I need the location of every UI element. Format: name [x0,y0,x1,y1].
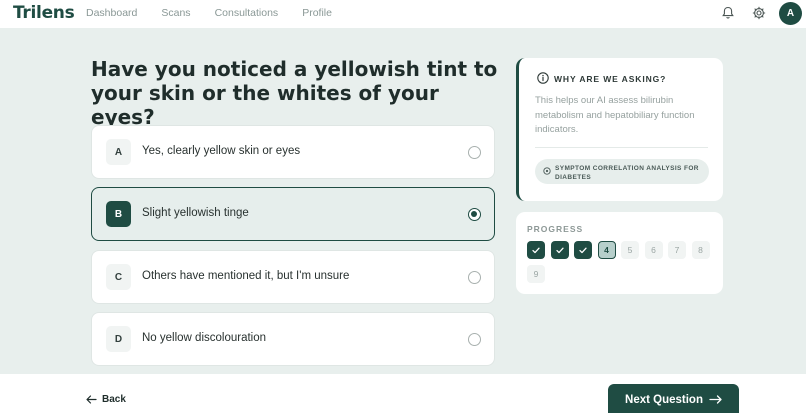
next-label: Next Question [625,393,703,406]
progress-step-6: 6 [644,241,663,259]
question-title: Have you noticed a yellowish tint to you… [91,57,498,129]
analysis-tag: SYMPTOM CORRELATION ANALYSIS FOR DIABETE… [535,159,709,184]
progress-step-9: 9 [527,265,545,283]
option-radio[interactable] [468,271,481,284]
main-nav: Dashboard Scans Consultations Profile [86,7,356,19]
progress-title: PROGRESS [527,224,584,234]
progress-step-8: 8 [691,241,710,259]
option-d[interactable]: D No yellow discolouration [91,312,495,366]
nav-profile[interactable]: Profile [302,7,332,19]
progress-step-1 [527,241,545,259]
footer-bar: Back Next Question [0,374,806,413]
analysis-tag-text: SYMPTOM CORRELATION ANALYSIS FOR DIABETE… [555,165,699,181]
why-title: WHY ARE WE ASKING? [554,74,667,84]
next-question-button[interactable]: Next Question [608,384,739,413]
option-radio[interactable] [468,333,481,346]
nav-scans[interactable]: Scans [161,7,190,19]
gear-icon[interactable] [752,6,766,20]
arrow-left-icon [86,395,97,404]
why-description: This helps our AI assess bilirubin metab… [535,95,695,135]
progress-step-3 [574,241,592,259]
option-c[interactable]: C Others have mentioned it, but I'm unsu… [91,250,495,304]
option-label: Slight yellowish tinge [142,207,249,219]
nav-consultations[interactable]: Consultations [215,7,279,19]
progress-card: PROGRESS 45678 9 [516,212,723,294]
option-letter: C [106,264,131,290]
progress-step-2 [550,241,569,259]
bell-icon[interactable] [721,6,735,20]
target-icon [543,167,551,175]
top-navbar: Trilens Dashboard Scans Consultations Pr… [0,0,806,28]
check-icon [555,247,564,253]
progress-step-7: 7 [668,241,686,259]
option-a[interactable]: A Yes, clearly yellow skin or eyes [91,125,495,179]
option-b[interactable]: B Slight yellowish tinge [91,187,495,241]
option-radio[interactable] [468,208,481,221]
option-radio[interactable] [468,146,481,159]
nav-dashboard[interactable]: Dashboard [86,7,137,19]
option-label: Yes, clearly yellow skin or eyes [142,145,301,157]
option-label: Others have mentioned it, but I'm unsure [142,270,350,282]
back-label: Back [102,394,126,405]
check-icon [532,247,540,253]
info-icon [537,72,549,84]
back-button[interactable]: Back [86,394,126,405]
option-letter: A [106,139,131,165]
check-icon [579,247,587,253]
progress-step-5: 5 [621,241,639,259]
option-letter: B [106,201,131,227]
arrow-right-icon [709,395,722,404]
app-logo[interactable]: Trilens [13,3,75,23]
progress-step-4: 4 [597,241,616,259]
option-label: No yellow discolouration [142,332,267,344]
why-asking-card: WHY ARE WE ASKING? This helps our AI ass… [516,58,723,201]
option-letter: D [106,326,131,352]
user-avatar[interactable]: A [779,2,802,25]
divider [535,147,708,148]
